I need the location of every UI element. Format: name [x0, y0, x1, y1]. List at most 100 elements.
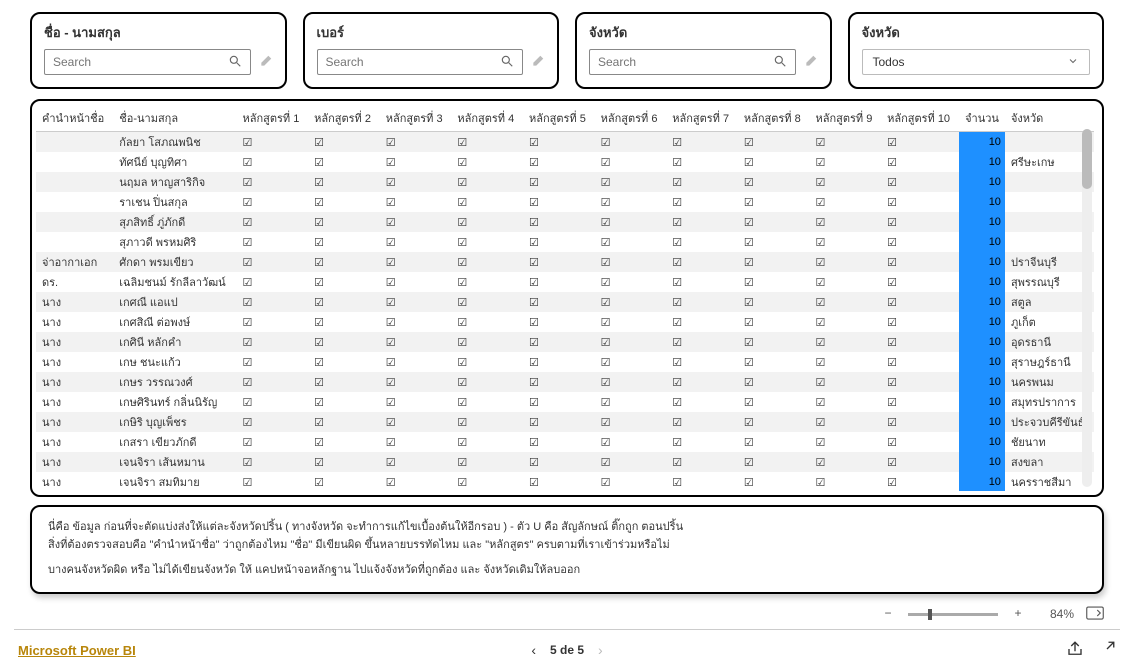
table-row[interactable]: สุภสิทธิ์ ภู่ภักดี☑☑☑☑☑☑☑☑☑☑10 — [36, 212, 1094, 232]
column-header[interactable]: หลักสูตรที่ 10 — [881, 105, 959, 132]
expand-icon[interactable] — [1098, 640, 1116, 661]
filter-province-input[interactable] — [598, 55, 773, 69]
table-cell: ☑ — [595, 432, 667, 452]
table-row[interactable]: สุภาวดี พรหมศิริ☑☑☑☑☑☑☑☑☑☑10 — [36, 232, 1094, 252]
table-cell: ☑ — [738, 212, 810, 232]
table-cell: เฉลิมชนม์ รักลีลาวัฒน์ — [113, 272, 236, 292]
table-cell: ศรีษะเกษ — [1005, 152, 1094, 172]
note-card: นี่คือ ข้อมูล ก่อนที่จะตัดแบ่งส่งให้แต่ล… — [30, 505, 1104, 594]
eraser-icon[interactable] — [531, 54, 545, 71]
column-header[interactable]: หลักสูตรที่ 5 — [523, 105, 595, 132]
table-cell: เกสรา เขียวภักดี — [113, 432, 236, 452]
filter-number-input[interactable] — [326, 55, 501, 69]
table-row[interactable]: นางเกษศิรินทร์ กลิ่นนิรัญ☑☑☑☑☑☑☑☑☑☑10สมุ… — [36, 392, 1094, 412]
table-row[interactable]: นางเกศินี หลักคำ☑☑☑☑☑☑☑☑☑☑10อุดรธานี — [36, 332, 1094, 352]
table-cell: ☑ — [380, 472, 452, 491]
table-cell: ☑ — [666, 272, 738, 292]
zoom-in-button[interactable]: + — [1010, 606, 1026, 622]
table-cell: ☑ — [308, 172, 380, 192]
table-cell: 10 — [959, 232, 1005, 252]
eraser-icon[interactable] — [804, 54, 818, 71]
filter-name-searchbox[interactable] — [44, 49, 251, 75]
table-cell: ☑ — [308, 332, 380, 352]
table-row[interactable]: นางเกศสิณี ต่อพงษ์☑☑☑☑☑☑☑☑☑☑10ภูเก็ต — [36, 312, 1094, 332]
column-header[interactable]: หลักสูตรที่ 1 — [236, 105, 308, 132]
table-row[interactable]: นฤมล หาญสาริกิจ☑☑☑☑☑☑☑☑☑☑10 — [36, 172, 1094, 192]
table-cell: ☑ — [881, 472, 959, 491]
table-cell: ☑ — [595, 332, 667, 352]
brand-link[interactable]: Microsoft Power BI — [18, 643, 136, 658]
table-cell: 10 — [959, 252, 1005, 272]
column-header[interactable]: ชื่อ-นามสกุล — [113, 105, 236, 132]
filter-province-dd-title: จังหวัด — [862, 22, 1091, 43]
column-header[interactable]: หลักสูตรที่ 8 — [738, 105, 810, 132]
table-cell — [1005, 172, 1094, 192]
table-row[interactable]: กัลยา โสภณพนิช☑☑☑☑☑☑☑☑☑☑10 — [36, 132, 1094, 153]
table-row[interactable]: นางเกษร วรรณวงศ์☑☑☑☑☑☑☑☑☑☑10นครพนม — [36, 372, 1094, 392]
table-cell: ☑ — [523, 212, 595, 232]
table-cell: ☑ — [738, 392, 810, 412]
table-cell: ☑ — [595, 352, 667, 372]
province-dropdown[interactable]: Todos — [862, 49, 1091, 75]
table-cell — [36, 192, 113, 212]
table-cell: ☑ — [236, 212, 308, 232]
table-cell — [36, 132, 113, 153]
table-cell: ☑ — [451, 252, 523, 272]
filter-province-searchbox[interactable] — [589, 49, 796, 75]
share-icon[interactable] — [1066, 640, 1084, 661]
zoom-slider[interactable] — [908, 613, 998, 616]
table-cell: ☑ — [738, 172, 810, 192]
scrollbar-thumb[interactable] — [1082, 129, 1092, 189]
table-cell: ☑ — [380, 192, 452, 212]
column-header[interactable]: หลักสูตรที่ 3 — [380, 105, 452, 132]
column-header[interactable]: หลักสูตรที่ 9 — [809, 105, 881, 132]
column-header[interactable]: หลักสูตรที่ 2 — [308, 105, 380, 132]
table-cell: จ่าอากาเอก — [36, 252, 113, 272]
table-cell: ☑ — [809, 432, 881, 452]
page-next-button[interactable]: › — [598, 642, 603, 658]
table-cell: ☑ — [380, 252, 452, 272]
table-cell: ☑ — [236, 252, 308, 272]
table-row[interactable]: จ่าอากาเอกศักดา พรมเขียว☑☑☑☑☑☑☑☑☑☑10ปราจ… — [36, 252, 1094, 272]
filter-name-input[interactable] — [53, 55, 228, 69]
vertical-scrollbar[interactable] — [1082, 129, 1092, 487]
column-header[interactable]: คำนำหน้าชื่อ — [36, 105, 113, 132]
table-cell: นาง — [36, 312, 113, 332]
table-row[interactable]: นางเกสรา เขียวภักดี☑☑☑☑☑☑☑☑☑☑10ชัยนาท — [36, 432, 1094, 452]
column-header[interactable]: หลักสูตรที่ 6 — [595, 105, 667, 132]
table-cell: ☑ — [451, 192, 523, 212]
table-cell: ☑ — [380, 212, 452, 232]
table-cell: ☑ — [308, 232, 380, 252]
table-row[interactable]: ราเชน ปิ่นสกุล☑☑☑☑☑☑☑☑☑☑10 — [36, 192, 1094, 212]
zoom-slider-thumb[interactable] — [928, 609, 932, 620]
table-cell: ☑ — [236, 472, 308, 491]
table-cell: ☑ — [308, 312, 380, 332]
table-cell: ☑ — [809, 412, 881, 432]
eraser-icon[interactable] — [259, 54, 273, 71]
table-cell: ☑ — [881, 152, 959, 172]
table-cell: กัลยา โสภณพนิช — [113, 132, 236, 153]
table-row[interactable]: นางเกศณี แอแป☑☑☑☑☑☑☑☑☑☑10สตูล — [36, 292, 1094, 312]
table-row[interactable]: นางเกษ ชนะแก้ว☑☑☑☑☑☑☑☑☑☑10สุราษฎร์ธานี — [36, 352, 1094, 372]
filter-number-searchbox[interactable] — [317, 49, 524, 75]
fit-to-page-icon[interactable] — [1086, 606, 1104, 623]
column-header[interactable]: หลักสูตรที่ 4 — [451, 105, 523, 132]
table-row[interactable]: ทัศนีย์ บุญทิศา☑☑☑☑☑☑☑☑☑☑10ศรีษะเกษ — [36, 152, 1094, 172]
search-icon — [228, 54, 242, 71]
table-row[interactable]: ดร.เฉลิมชนม์ รักลีลาวัฒน์☑☑☑☑☑☑☑☑☑☑10สุพ… — [36, 272, 1094, 292]
column-header[interactable]: หลักสูตรที่ 7 — [666, 105, 738, 132]
column-header[interactable]: จำนวน — [959, 105, 1005, 132]
zoom-out-button[interactable]: − — [880, 606, 896, 622]
column-header[interactable]: จังหวัด — [1005, 105, 1094, 132]
table-cell: ☑ — [666, 452, 738, 472]
table-cell: นาง — [36, 292, 113, 312]
table-cell — [36, 212, 113, 232]
table-row[interactable]: นางเกษิริ บุญเพ็ชร☑☑☑☑☑☑☑☑☑☑10ประจวบคีรี… — [36, 412, 1094, 432]
table-row[interactable]: นางเจนจิรา สมทิมาย☑☑☑☑☑☑☑☑☑☑10นครราชสีมา — [36, 472, 1094, 491]
table-cell: ☑ — [666, 352, 738, 372]
page-prev-button[interactable]: ‹ — [531, 642, 536, 658]
search-icon — [500, 54, 514, 71]
table-cell: สุราษฎร์ธานี — [1005, 352, 1094, 372]
table-row[interactable]: นางเจนจิรา เส้นหมาน☑☑☑☑☑☑☑☑☑☑10สงขลา — [36, 452, 1094, 472]
table-cell: ☑ — [595, 172, 667, 192]
